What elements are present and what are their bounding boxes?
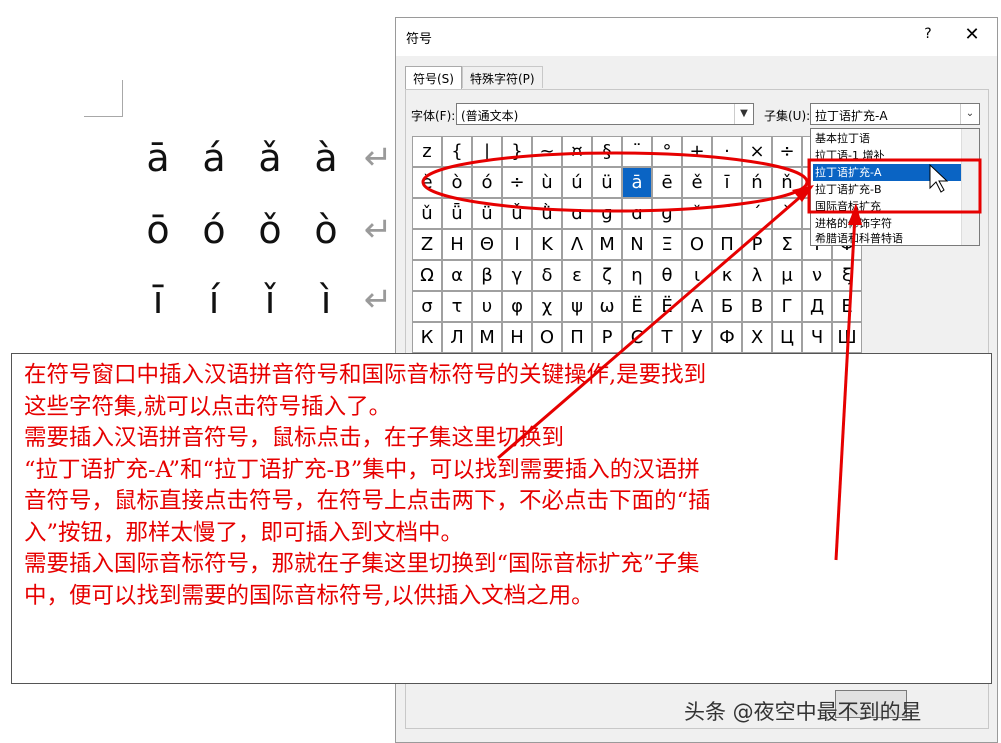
arrow-line — [497, 190, 807, 460]
highlight-rectangle — [807, 158, 982, 214]
highlight-ellipse — [421, 151, 809, 213]
annotation-marks — [421, 151, 982, 561]
arrow-head — [848, 203, 862, 225]
watermark-text: 头条 @夜空中最不到的星 — [684, 700, 922, 724]
arrow-line — [834, 214, 857, 561]
cursor-icon — [929, 163, 949, 193]
